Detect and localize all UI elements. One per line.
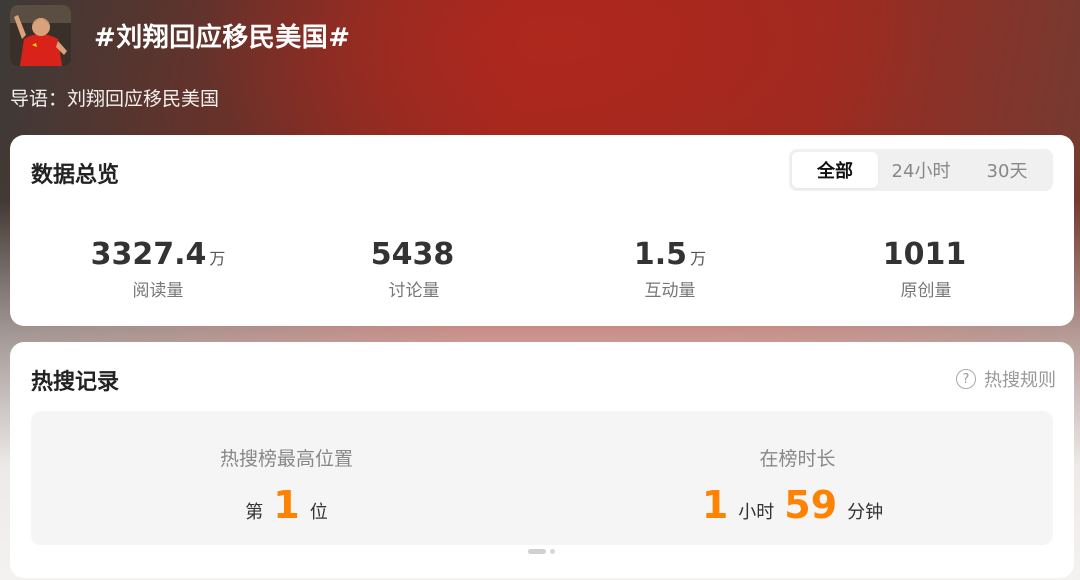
page-indicator [528,549,555,554]
position-prefix: 第 [245,502,264,523]
page-dot-active [528,549,546,554]
stat-interactions: 1.5 万 互动量 [542,237,798,301]
rules-label: 热搜规则 [984,370,1056,391]
stat-label: 互动量 [644,281,696,301]
data-overview-card: 数据总览 全部 24小时 30天 3327.4 万 阅读量 5438 讨论量 1… [10,135,1074,326]
stat-discussions: 5438 讨论量 [286,237,542,301]
question-circle-icon: ? [956,369,976,389]
highest-position-label: 热搜榜最高位置 [219,448,353,470]
stat-label: 原创量 [900,281,952,301]
hot-search-rules-link[interactable]: ? 热搜规则 [956,366,1056,392]
stat-value: 1011 [882,237,967,272]
tab-24h[interactable]: 24小时 [878,152,964,188]
position-value: 1 [273,483,300,527]
tab-30d[interactable]: 30天 [964,152,1050,188]
stat-reads: 3327.4 万 阅读量 [30,237,286,301]
stat-label: 阅读量 [132,281,184,301]
topic-guide: 导语：刘翔回应移民美国 [10,88,220,110]
stats-row: 3327.4 万 阅读量 5438 讨论量 1.5 万 互动量 1011 原创量 [30,237,1074,301]
stat-label: 讨论量 [388,281,440,301]
overview-title: 数据总览 [31,163,120,188]
topic-header: #刘翔回应移民美国# [10,4,351,66]
hot-search-record-card: 热搜记录 ? 热搜规则 热搜榜最高位置 第 1 位 在榜时长 1 小时 59 分… [10,342,1074,578]
stat-unit: 万 [209,249,226,268]
page-dot [550,549,555,554]
topic-title: #刘翔回应移民美国# [94,22,351,53]
stat-value: 1.5 [633,237,688,272]
duration-minutes: 59 [784,483,838,527]
stat-value: 3327.4 [90,237,207,272]
stat-value: 5438 [370,237,455,272]
duration-label: 在榜时长 [759,448,836,470]
tab-all[interactable]: 全部 [792,152,878,188]
position-suffix: 位 [309,502,328,523]
time-range-tabs: 全部 24小时 30天 [789,149,1053,191]
highest-position: 热搜榜最高位置 第 1 位 [31,411,542,545]
records-title: 热搜记录 [31,370,120,395]
athlete-photo [10,4,71,66]
topic-avatar [10,4,71,66]
stat-originals: 1011 原创量 [798,237,1054,301]
hours-unit: 小时 [738,502,775,523]
minutes-unit: 分钟 [847,502,884,523]
record-summary: 热搜榜最高位置 第 1 位 在榜时长 1 小时 59 分钟 [31,411,1053,545]
on-list-duration: 在榜时长 1 小时 59 分钟 [542,411,1053,545]
stat-unit: 万 [690,249,707,268]
duration-hours: 1 [701,483,729,527]
